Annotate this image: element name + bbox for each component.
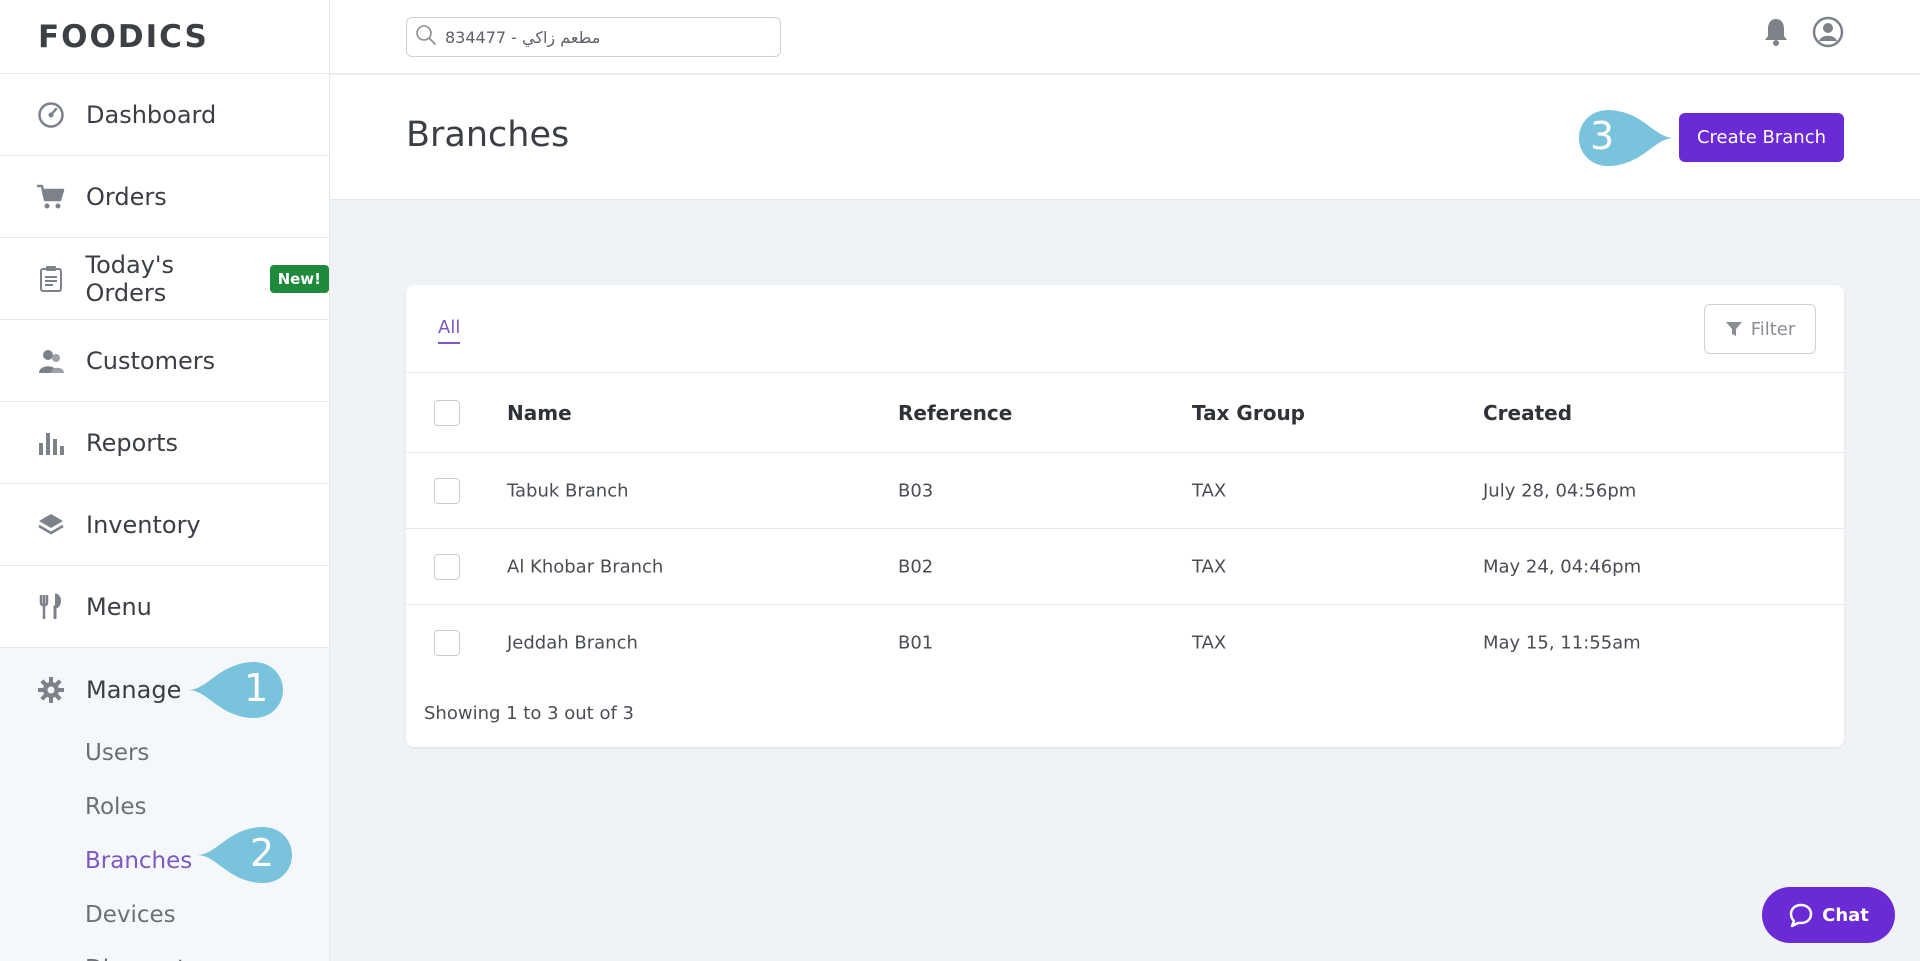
branch-created: May 24, 04:46pm — [1483, 556, 1642, 577]
sidebar-item-label: Manage — [86, 676, 182, 704]
sidebar-item-orders[interactable]: Orders — [0, 156, 329, 238]
page-header: Branches Create Branch — [330, 75, 1920, 200]
column-header-name[interactable]: Name — [507, 401, 572, 425]
sidebar-item-todays-orders[interactable]: Today's Orders New! — [0, 238, 329, 320]
sidebar-item-dashboard[interactable]: Dashboard — [0, 74, 329, 156]
create-branch-button[interactable]: Create Branch — [1679, 113, 1844, 162]
branch-name: Jeddah Branch — [507, 632, 638, 654]
row-checkbox[interactable] — [434, 477, 460, 504]
bell-icon[interactable] — [1760, 16, 1792, 48]
customers-icon — [36, 346, 66, 376]
sidebar-item-label: Today's Orders — [85, 250, 175, 307]
branch-reference: B01 — [898, 632, 934, 654]
dashboard-gauge-icon — [36, 100, 66, 130]
sidebar-item-menu[interactable]: Menu — [0, 566, 329, 648]
step-callout-2: 2 — [197, 825, 294, 889]
gear-icon — [36, 675, 66, 705]
sidebar-item-reports[interactable]: Reports — [0, 402, 329, 484]
layers-icon — [36, 510, 66, 540]
chat-button[interactable]: Chat — [1762, 887, 1895, 943]
sidebar-item-label: Dashboard — [86, 100, 217, 129]
tab-all[interactable]: All — [438, 317, 461, 344]
page-title: Branches — [406, 115, 570, 155]
callout-number: 1 — [244, 666, 269, 710]
sidebar-subitem-users[interactable]: Users — [0, 726, 329, 780]
table-row[interactable]: Jeddah Branch B01 TAX May 15, 11:55am — [406, 605, 1844, 681]
select-all-checkbox[interactable] — [434, 399, 460, 426]
table-toolbar: All Filter — [406, 285, 1844, 373]
search-icon — [415, 24, 437, 50]
branches-table-card: All Filter Name Reference Tax Group Crea… — [406, 285, 1844, 747]
step-callout-1: 1 — [188, 660, 285, 724]
search-box[interactable] — [406, 17, 781, 57]
column-header-created[interactable]: Created — [1483, 401, 1572, 425]
table-row[interactable]: Al Khobar Branch B02 TAX May 24, 04:46pm — [406, 529, 1844, 605]
bar-chart-icon — [36, 428, 66, 458]
clipboard-icon — [36, 264, 66, 294]
sidebar-item-label: Reports — [86, 428, 179, 457]
branch-tax-group: TAX — [1192, 632, 1227, 654]
sidebar: FOODICS Dashboard Orders Today's Orders … — [0, 0, 330, 961]
sidebar-subitem-devices[interactable]: Devices — [0, 888, 329, 942]
callout-number: 3 — [1590, 114, 1615, 158]
new-badge: New! — [269, 264, 329, 293]
sidebar-item-label: Menu — [86, 592, 152, 621]
step-callout-3: 3 — [1576, 108, 1674, 172]
cart-icon — [36, 182, 66, 212]
branch-name: Tabuk Branch — [507, 480, 629, 501]
branch-created: May 15, 11:55am — [1483, 632, 1641, 654]
table-row[interactable]: Tabuk Branch B03 TAX July 28, 04:56pm — [406, 453, 1844, 529]
callout-number: 2 — [250, 831, 275, 875]
sidebar-item-label: Orders — [86, 182, 167, 211]
user-account-icon[interactable] — [1812, 16, 1844, 48]
chat-bubble-icon — [1789, 903, 1813, 928]
branch-created: July 28, 04:56pm — [1483, 480, 1637, 501]
row-checkbox[interactable] — [434, 630, 460, 656]
sidebar-item-customers[interactable]: Customers — [0, 320, 329, 402]
sidebar-item-label: Inventory — [86, 510, 201, 539]
branch-reference: B03 — [898, 480, 934, 501]
foodics-logo[interactable]: FOODICS — [0, 0, 329, 74]
fork-knife-icon — [36, 592, 66, 622]
sidebar-item-label: Customers — [86, 346, 216, 375]
search-input[interactable] — [445, 27, 765, 47]
column-header-reference[interactable]: Reference — [898, 401, 1012, 425]
filter-label: Filter — [1750, 318, 1796, 340]
branch-name: Al Khobar Branch — [507, 556, 664, 577]
branch-tax-group: TAX — [1192, 556, 1227, 577]
column-header-tax-group[interactable]: Tax Group — [1192, 401, 1305, 425]
sidebar-item-inventory[interactable]: Inventory — [0, 484, 329, 566]
sidebar-subitem-discounts[interactable]: Discounts — [0, 942, 329, 961]
table-header-row: Name Reference Tax Group Created — [406, 373, 1844, 453]
branch-reference: B02 — [898, 556, 934, 577]
row-checkbox[interactable] — [434, 553, 460, 580]
pagination-summary: Showing 1 to 3 out of 3 — [424, 703, 634, 724]
funnel-icon — [1725, 322, 1742, 336]
filter-button[interactable]: Filter — [1704, 304, 1816, 354]
chat-label: Chat — [1822, 904, 1869, 926]
branch-tax-group: TAX — [1192, 480, 1227, 501]
topbar — [330, 0, 1920, 74]
